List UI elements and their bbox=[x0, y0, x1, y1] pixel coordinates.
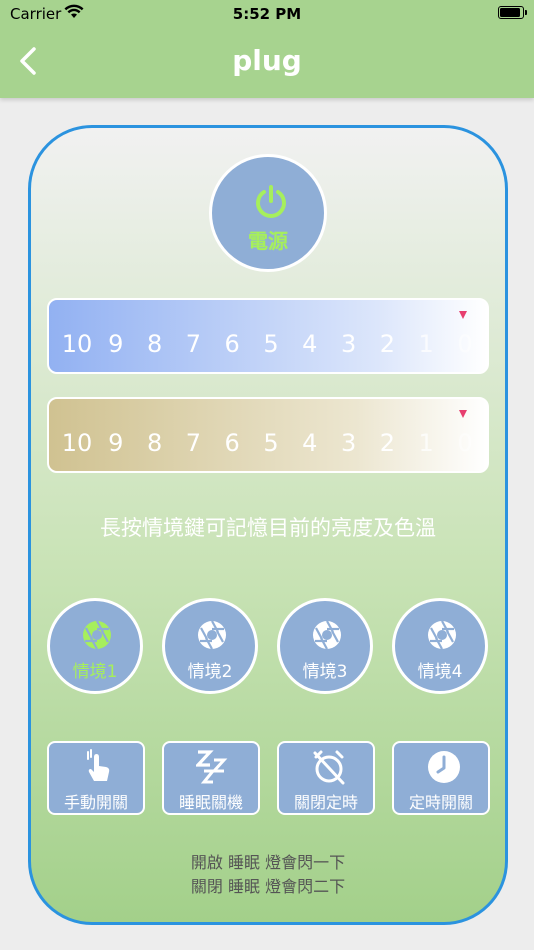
scene-button-4[interactable]: 情境4 bbox=[392, 598, 488, 694]
slider-tick: 0 bbox=[457, 330, 473, 358]
aperture-icon bbox=[83, 620, 111, 650]
slider-tick: 0 bbox=[457, 429, 473, 457]
scene-label: 情境2 bbox=[187, 662, 233, 682]
battery-icon bbox=[498, 6, 527, 19]
manual-switch-button[interactable]: 手動開關 bbox=[47, 741, 145, 815]
scene-button-1[interactable]: 情境1 bbox=[47, 598, 143, 694]
color-temp-marker[interactable] bbox=[459, 410, 467, 418]
control-panel: 電源 10 9 8 7 6 5 4 3 2 1 0 10 9 8 7 6 5 4 3 2 1 0 長按情境鍵可記憶目前的… bbox=[28, 125, 508, 925]
slider-tick: 4 bbox=[302, 429, 318, 457]
slider-tick: 10 bbox=[61, 330, 93, 358]
slider-tick: 7 bbox=[185, 429, 202, 457]
slider-tick: 8 bbox=[146, 330, 163, 358]
timer-switch-button[interactable]: 定時開關 bbox=[392, 741, 490, 815]
alarm-off-icon bbox=[313, 750, 345, 785]
slider-tick: 5 bbox=[263, 330, 279, 358]
slider-tick: 10 bbox=[61, 429, 93, 457]
slider-tick: 3 bbox=[340, 330, 357, 358]
power-label: 電源 bbox=[248, 229, 288, 253]
clock-icon bbox=[428, 751, 460, 783]
aperture-icon bbox=[198, 620, 226, 650]
slider-tick: 5 bbox=[263, 429, 279, 457]
slider-tick: 9 bbox=[108, 429, 124, 457]
page-title: plug bbox=[232, 44, 302, 77]
slider-tick: 7 bbox=[185, 330, 202, 358]
aperture-icon bbox=[313, 620, 341, 650]
brightness-marker[interactable] bbox=[459, 311, 467, 319]
power-icon bbox=[256, 185, 286, 218]
slider-tick: 3 bbox=[340, 429, 357, 457]
slider-tick: 8 bbox=[146, 429, 163, 457]
function-label: 定時開關 bbox=[408, 793, 473, 812]
function-label: 關閉定時 bbox=[293, 793, 358, 812]
function-label: 睡眠關機 bbox=[178, 793, 243, 812]
slider-tick: 1 bbox=[418, 330, 434, 358]
brightness-slider[interactable]: 10 9 8 7 6 5 4 3 2 1 0 bbox=[47, 298, 489, 374]
slider-tick: 4 bbox=[302, 330, 318, 358]
slider-tick: 6 bbox=[224, 330, 240, 358]
status-bar: Carrier 5:52 PM bbox=[0, 0, 534, 30]
status-time: 5:52 PM bbox=[232, 5, 302, 23]
slider-tick: 2 bbox=[379, 330, 396, 358]
scene-button-2[interactable]: 情境2 bbox=[162, 598, 258, 694]
sleep-zzz-icon bbox=[196, 750, 228, 784]
aperture-icon bbox=[428, 620, 456, 650]
color-temp-slider[interactable]: 10 9 8 7 6 5 4 3 2 1 0 bbox=[47, 397, 489, 473]
hint-text: 長按情境鍵可記憶目前的亮度及色溫 bbox=[100, 516, 436, 540]
power-button[interactable]: 電源 bbox=[209, 154, 327, 272]
note-line-1: 開啟 睡眠 燈會閃一下 bbox=[190, 853, 346, 872]
hand-pointer-icon bbox=[87, 749, 110, 781]
sleep-off-button[interactable]: 睡眠關機 bbox=[162, 741, 260, 815]
scene-label: 情境3 bbox=[302, 662, 348, 682]
slider-tick: 2 bbox=[379, 429, 396, 457]
note-line-2: 關閉 睡眠 燈會閃二下 bbox=[190, 877, 346, 896]
scene-label: 情境1 bbox=[72, 662, 118, 682]
slider-tick: 6 bbox=[224, 429, 240, 457]
scene-label: 情境4 bbox=[417, 662, 463, 682]
slider-tick: 1 bbox=[418, 429, 434, 457]
timer-off-button[interactable]: 關閉定時 bbox=[277, 741, 375, 815]
slider-tick: 9 bbox=[108, 330, 124, 358]
nav-bar: Carrier 5:52 PM plug bbox=[0, 0, 534, 98]
function-label: 手動開關 bbox=[63, 793, 128, 812]
scene-button-3[interactable]: 情境3 bbox=[277, 598, 373, 694]
